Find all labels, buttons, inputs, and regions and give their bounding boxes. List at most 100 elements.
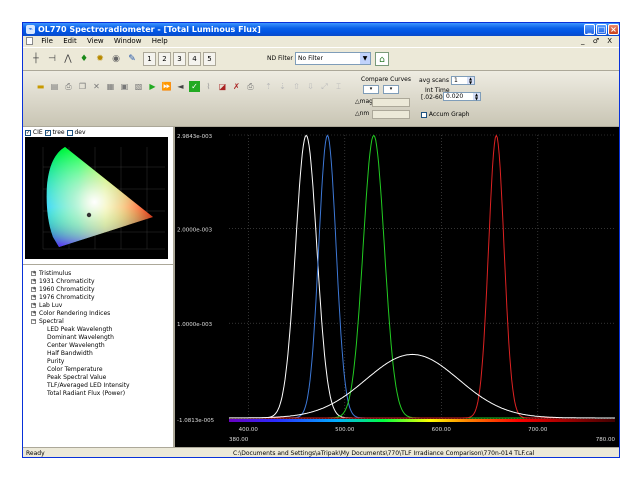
menu-help[interactable]: Help	[148, 36, 172, 47]
tree-checkbox[interactable]: ✓	[44, 129, 51, 136]
menu-file[interactable]: File	[37, 36, 57, 47]
autoscale-icon[interactable]: ⤢	[319, 81, 330, 92]
preset-1-button[interactable]: 1	[143, 52, 156, 66]
run-continuous-icon[interactable]: ⏩	[161, 81, 172, 92]
open-icon[interactable]: ▬	[35, 81, 46, 92]
marker-icon[interactable]: ⊣	[45, 52, 59, 66]
y-tick-label: 2.0000e-003	[177, 227, 213, 233]
close-button[interactable]: ×	[608, 24, 619, 35]
preset-5-button[interactable]: 5	[203, 52, 216, 66]
tree-item-1976[interactable]: +1976 Chromaticity	[31, 294, 95, 301]
graph-toolbar: ▬ ▤ ⎙ ❐ ✕ ▦ ▣ ▧ ▶ ⏩ ◄ ✓ ⌇ ◪ ✗ ⎙ ⇡ ⇣ ⇧ ⇩ …	[23, 71, 619, 127]
crosshair-icon[interactable]: ┼	[29, 52, 43, 66]
preset-4-button[interactable]: 4	[188, 52, 201, 66]
eye-icon[interactable]: ◉	[109, 52, 123, 66]
cursor-icon[interactable]: ⌶	[333, 81, 344, 92]
filter-wheel-icon[interactable]: ⌂	[375, 52, 389, 66]
spectrum-series-2	[229, 134, 615, 419]
tree-item-1931[interactable]: +1931 Chromaticity	[31, 278, 95, 285]
main-toolbar: ┼ ⊣ ⋀ ♦ ✹ ◉ ✎ 1 2 3 4 5 ND Filter No Fil…	[23, 47, 619, 71]
spinner-icon[interactable]: ▲ ▼	[473, 93, 480, 100]
cie-checkbox[interactable]: ✓	[25, 129, 31, 136]
spinner-icon[interactable]: ▲ ▼	[467, 77, 474, 84]
expand-icon[interactable]: +	[31, 303, 36, 308]
nm-label: nm	[359, 110, 370, 117]
avg-scans-input[interactable]: 1 ▲ ▼	[451, 76, 475, 85]
expand-icon[interactable]: +	[31, 279, 36, 284]
tree-item-dominant[interactable]: Dominant Wavelength	[47, 334, 114, 341]
minimize-button[interactable]: _	[584, 24, 595, 35]
expand-icon[interactable]: +	[31, 311, 36, 316]
tree-item-1960[interactable]: +1960 Chromaticity	[31, 286, 95, 293]
import-icon[interactable]: ▧	[133, 81, 144, 92]
tree-item-half-bandwidth[interactable]: Half Bandwidth	[47, 350, 93, 357]
tree-item-spectral[interactable]: − Spectral	[31, 318, 64, 325]
tree-item-tristimulus[interactable]: + Tristimulus	[31, 270, 71, 277]
expand-icon[interactable]: +	[31, 295, 36, 300]
tree-item-center[interactable]: Center Wavelength	[47, 342, 105, 349]
export-icon[interactable]: ▣	[119, 81, 130, 92]
menu-view[interactable]: View	[83, 36, 108, 47]
table-icon[interactable]: ▦	[105, 81, 116, 92]
pan-down-icon[interactable]: ⇩	[305, 81, 316, 92]
avg-scans-label: avg scans	[419, 77, 449, 84]
int-time-range: [.02-60]	[421, 94, 446, 101]
copy-icon[interactable]: ❐	[77, 81, 88, 92]
x-tick-label: 380.00	[229, 437, 249, 443]
cie-chromaticity-diagram	[25, 137, 168, 259]
nd-filter-select[interactable]: No Filter ▼	[295, 52, 371, 65]
calibrate-icon[interactable]: ✎	[125, 52, 139, 66]
expand-icon[interactable]: +	[31, 271, 36, 276]
zoom-in-icon[interactable]: ⇡	[263, 81, 274, 92]
zoom-out-icon[interactable]: ⇣	[277, 81, 288, 92]
nd-filter-label: ND Filter	[267, 55, 293, 62]
overlay-icon[interactable]: ◪	[217, 81, 228, 92]
pan-up-icon[interactable]: ⇧	[291, 81, 302, 92]
accum-graph-checkbox[interactable]	[421, 111, 427, 118]
int-time-input[interactable]: 0.020 ▲ ▼	[443, 92, 481, 101]
peak-icon[interactable]: ⋀	[61, 52, 75, 66]
delete-icon[interactable]: ✕	[91, 81, 102, 92]
tree-item-lab-luv[interactable]: + Lab Luv	[31, 302, 62, 309]
save-icon[interactable]: ▤	[49, 81, 60, 92]
back-icon[interactable]: ◄	[175, 81, 186, 92]
mag-label: mag	[359, 98, 373, 105]
x-tick-label: 400.00	[239, 427, 259, 433]
compare-curve-a-select[interactable]: ▾	[363, 85, 379, 94]
tree-item-cri[interactable]: + Color Rendering Indices	[31, 310, 110, 317]
maximize-button[interactable]: □	[596, 24, 607, 35]
left-pane: ✓ CIE ✓ tree dev + Tristimulus + 1931 Ch…	[23, 127, 173, 447]
tree-item-peak-spectral[interactable]: Peak Spectral Value	[47, 374, 106, 381]
menu-edit[interactable]: Edit	[59, 36, 81, 47]
tree-item-purity[interactable]: Purity	[47, 358, 64, 365]
x-tick-label: 500.00	[335, 427, 355, 433]
chevron-down-icon: ▼	[360, 53, 370, 64]
spectrum-color-bar	[229, 419, 615, 422]
expand-icon[interactable]: +	[31, 287, 36, 292]
compare-curve-b-select[interactable]: ▾	[383, 85, 399, 94]
clear-icon[interactable]: ✗	[231, 81, 242, 92]
menu-window[interactable]: Window	[110, 36, 146, 47]
scan-active-icon[interactable]: ✓	[189, 81, 200, 92]
x-tick-label: 600.00	[432, 427, 452, 433]
print-graph-icon[interactable]: ⎙	[245, 81, 256, 92]
graph-icon[interactable]: ⌇	[203, 81, 214, 92]
sun-icon[interactable]: ✹	[93, 52, 107, 66]
preset-3-button[interactable]: 3	[173, 52, 186, 66]
dev-checkbox[interactable]	[66, 129, 73, 136]
x-tick-label: 700.00	[528, 427, 548, 433]
int-time-value: 0.020	[446, 93, 464, 100]
tree-item-led-peak[interactable]: LED Peak Wavelength	[47, 326, 112, 333]
tree-item-color-temp[interactable]: Color Temperature	[47, 366, 103, 373]
play-icon[interactable]: ▶	[147, 81, 158, 92]
lamp-icon[interactable]: ♦	[77, 52, 91, 66]
spectral-graph[interactable]: 2.9843e-003 2.0000e-003 1.0000e-003 -1.0813…	[173, 127, 619, 447]
tree-item-tlf[interactable]: TLF/Averaged LED Intensity	[47, 382, 130, 389]
chromaticity-point	[86, 212, 92, 218]
collapse-icon[interactable]: −	[31, 319, 36, 324]
preset-2-button[interactable]: 2	[158, 52, 171, 66]
print-icon[interactable]: ⎙	[63, 81, 74, 92]
avg-scans-value: 1	[454, 77, 458, 84]
tree-item-total-radiant[interactable]: Total Radiant Flux (Power)	[47, 390, 125, 397]
mdi-controls[interactable]: _ ♂ X	[581, 36, 615, 47]
